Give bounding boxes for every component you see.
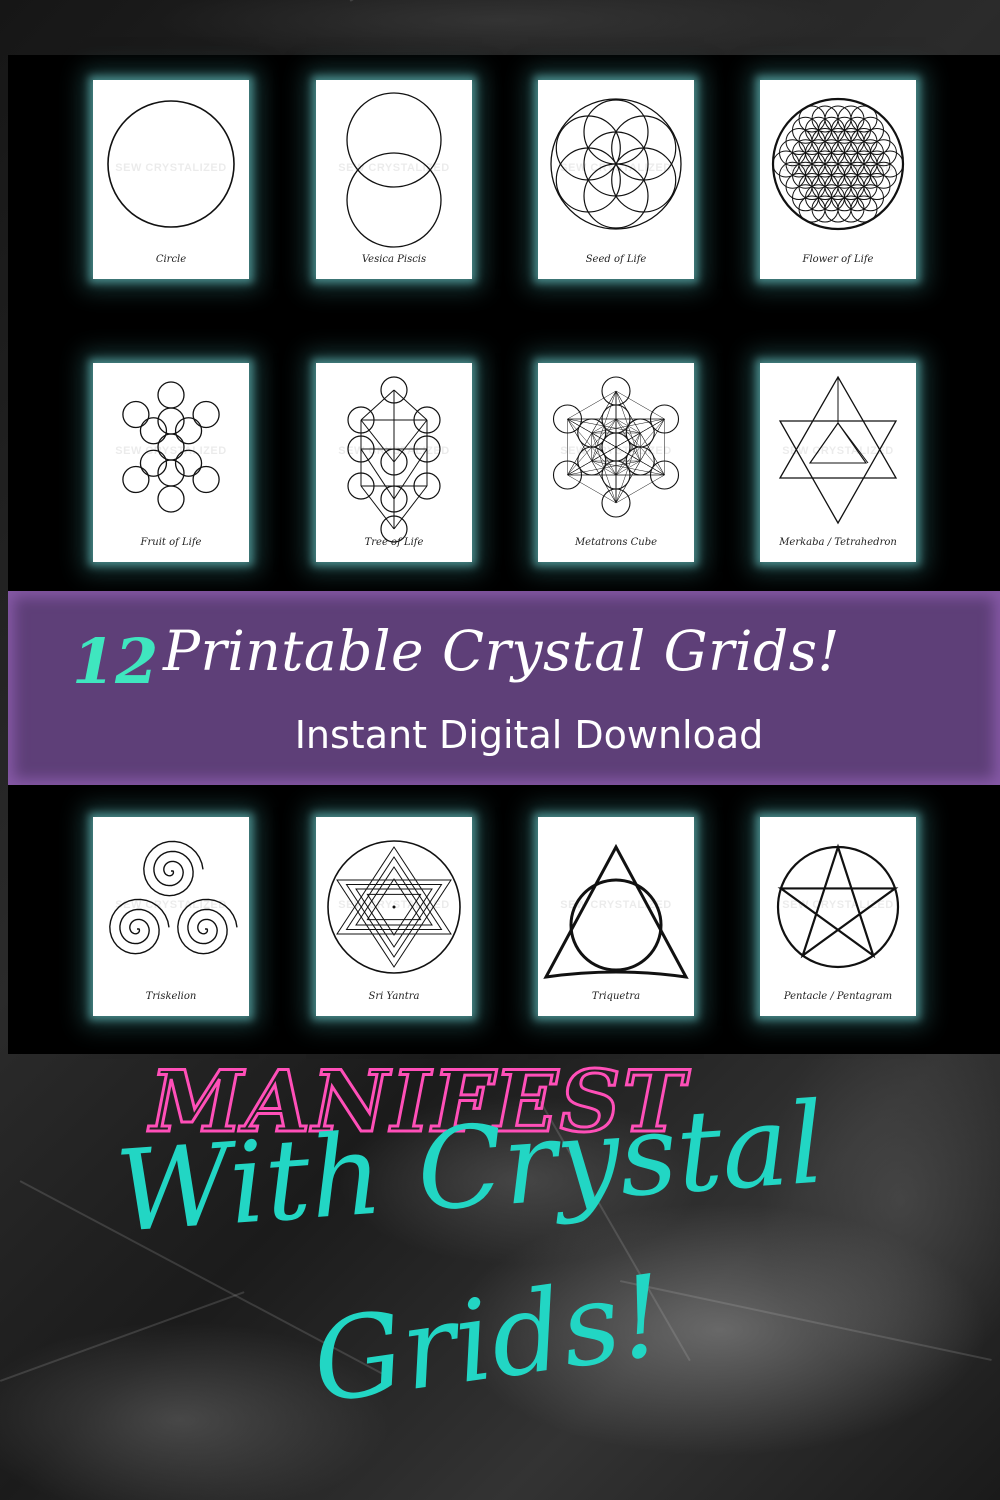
sri-yantra-icon <box>327 840 461 974</box>
triskelion-icon <box>109 840 238 955</box>
marble-vein <box>349 0 524 2</box>
circle-icon <box>107 100 235 228</box>
triquetra-icon <box>543 843 689 979</box>
card-label: Metatrons Cube <box>574 537 658 548</box>
vesica-piscis-icon <box>346 92 442 248</box>
pentagram-icon <box>776 843 900 969</box>
grid-card-flower-of-life: SEW CRYSTALIZED Flower of Life <box>760 80 916 279</box>
card-label: Triquetra <box>591 991 641 1002</box>
marble-vein <box>0 1291 245 1382</box>
grid-card-sri-yantra: SEW CRYSTALIZED Sri Yantra <box>316 817 472 1016</box>
card-label: Seed of Life <box>585 254 647 265</box>
metatrons-cube-icon <box>552 376 680 518</box>
flower-of-life-icon <box>771 97 905 231</box>
grid-card-vesica-piscis: SEW CRYSTALIZED Vesica Piscis <box>316 80 472 279</box>
grid-card-pentacle-pentagram: SEW CRYSTALIZED Pentacle / Pentagram <box>760 817 916 1016</box>
grid-card-merkaba-tetrahedron: SEW CRYSTALIZED Merkaba / Tetrahedron <box>760 363 916 562</box>
fruit-of-life-icon <box>122 381 220 513</box>
card-label: Vesica Piscis <box>361 254 427 265</box>
card-label: Pentacle / Pentagram <box>783 991 893 1002</box>
marble-vein <box>619 1280 992 1361</box>
card-label: Fruit of Life <box>140 537 202 548</box>
grid-card-metatrons-cube: SEW CRYSTALIZED Metatrons Cube <box>538 363 694 562</box>
grid-count: 12 <box>72 625 159 698</box>
banner-subtitle: Instant Digital Download <box>294 713 764 757</box>
grid-card-triskelion: SEW CRYSTALIZED Triskelion <box>93 817 249 1016</box>
card-label: Sri Yantra <box>368 991 420 1002</box>
grid-card-fruit-of-life: SEW CRYSTALIZED Fruit of Life <box>93 363 249 562</box>
grid-card-seed-of-life: SEW CRYSTALIZED Seed of Life <box>538 80 694 279</box>
card-label: Merkaba / Tetrahedron <box>779 537 897 548</box>
card-label: Circle <box>155 254 187 265</box>
card-label: Tree of Life <box>364 537 424 548</box>
grid-card-circle: SEW CRYSTALIZED Circle <box>93 80 249 279</box>
grid-card-tree-of-life: SEW CRYSTALIZED Tree of Life <box>316 363 472 562</box>
card-label: Flower of Life <box>802 254 874 265</box>
card-label: Triskelion <box>145 991 197 1002</box>
merkaba-icon <box>778 375 898 525</box>
tree-of-life-icon <box>347 376 441 543</box>
grid-card-triquetra: SEW CRYSTALIZED Triquetra <box>538 817 694 1016</box>
banner-title: Printable Crystal Grids! <box>163 619 841 683</box>
seed-of-life-icon <box>550 98 682 230</box>
promo-banner: 12 Printable Crystal Grids! Instant Digi… <box>8 591 1000 785</box>
